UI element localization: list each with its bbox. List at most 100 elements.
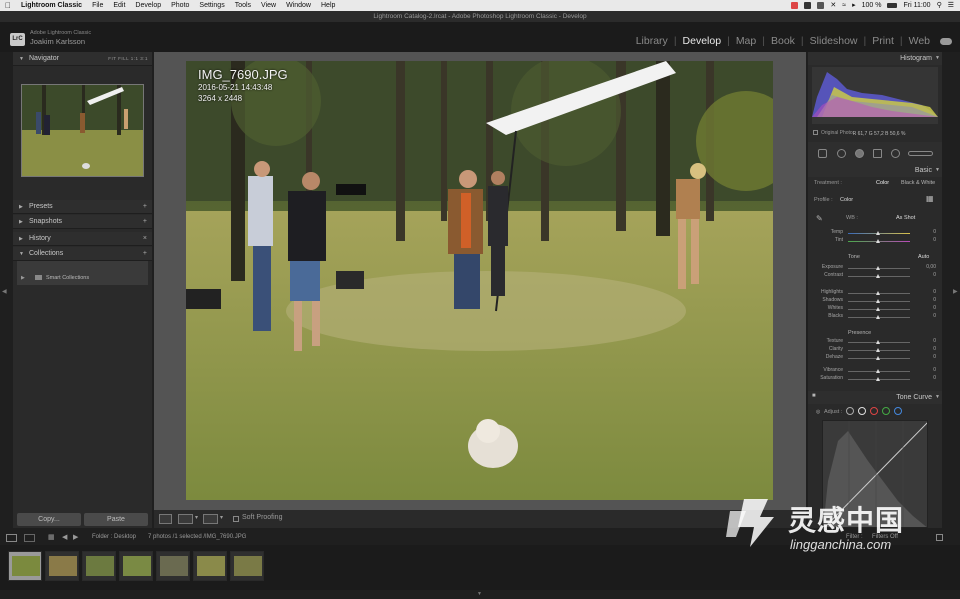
- original-photo-toggle[interactable]: Original Photo: [813, 130, 853, 136]
- soft-proofing-checkbox[interactable]: [233, 516, 239, 522]
- navigator-zoom-options[interactable]: FIT FILL 1:1 3:1: [108, 52, 148, 66]
- search-icon[interactable]: ⚲: [937, 0, 942, 11]
- menu-photo[interactable]: Photo: [166, 0, 194, 11]
- white-balance-picker-icon[interactable]: ✎: [816, 214, 823, 223]
- apple-icon[interactable]: : [0, 0, 16, 11]
- slider-value-exposure[interactable]: 0,00: [916, 264, 936, 270]
- crop-tool-icon[interactable]: [818, 149, 827, 158]
- swap-before-after-icon[interactable]: [203, 514, 218, 524]
- slider-knob-dehaze[interactable]: [876, 356, 880, 360]
- bluetooth-icon[interactable]: ✕: [830, 0, 836, 11]
- module-library[interactable]: Library: [636, 35, 668, 47]
- slider-knob-texture[interactable]: [876, 340, 880, 344]
- module-map[interactable]: Map: [736, 35, 756, 47]
- smart-collections-item[interactable]: Smart Collections: [35, 275, 89, 281]
- slider-value-saturation[interactable]: 0: [916, 375, 936, 381]
- slider-value-whites[interactable]: 0: [916, 305, 936, 311]
- add-preset-icon[interactable]: +: [143, 200, 147, 214]
- menu-develop[interactable]: Develop: [130, 0, 166, 11]
- module-web[interactable]: Web: [909, 35, 930, 47]
- profile-browser-icon[interactable]: ▦: [926, 194, 934, 203]
- snapshots-header[interactable]: ▶ Snapshots +: [13, 215, 152, 229]
- slider-knob-highlights[interactable]: [876, 291, 880, 295]
- menu-tools[interactable]: Tools: [230, 0, 256, 11]
- right-panel-toggle-icon[interactable]: ▶: [953, 288, 958, 295]
- source-label[interactable]: Folder : Desktop: [92, 534, 136, 540]
- copy-settings-button[interactable]: Copy...: [17, 513, 81, 526]
- slider-value-blacks[interactable]: 0: [916, 313, 936, 319]
- cloud-sync-icon[interactable]: [940, 37, 952, 45]
- filmstrip-thumbnail[interactable]: [156, 551, 190, 581]
- adjustment-brush-icon[interactable]: [908, 151, 933, 156]
- slider-value-clarity[interactable]: 0: [916, 346, 936, 352]
- add-collection-icon[interactable]: +: [143, 247, 147, 261]
- profile-dropdown[interactable]: Color: [840, 197, 853, 203]
- spot-removal-icon[interactable]: [837, 149, 846, 158]
- slider-knob-vibrance[interactable]: [876, 369, 880, 373]
- dropbox-icon[interactable]: [804, 2, 812, 9]
- loupe-view-icon[interactable]: [159, 514, 172, 524]
- slider-knob-saturation[interactable]: [876, 377, 880, 381]
- sync-icon[interactable]: [817, 2, 825, 9]
- treatment-bw-option[interactable]: Black & White: [901, 180, 935, 186]
- wb-dropdown[interactable]: As Shot: [896, 215, 915, 221]
- main-window-icon[interactable]: [6, 534, 17, 542]
- filmstrip-thumbnail[interactable]: [45, 551, 79, 581]
- menu-edit[interactable]: Edit: [108, 0, 130, 11]
- basic-header[interactable]: Basic ▼: [808, 164, 942, 177]
- blue-channel-icon[interactable]: [894, 407, 902, 415]
- navigator-header[interactable]: ▼ Navigator FIT FILL 1:1 3:1: [13, 52, 152, 66]
- slider-knob-blacks[interactable]: [876, 315, 880, 319]
- control-center-icon[interactable]: ☰: [948, 0, 954, 11]
- slider-knob-shadows[interactable]: [876, 299, 880, 303]
- wifi-icon[interactable]: ≈: [842, 0, 846, 11]
- parametric-curve-icon[interactable]: [846, 407, 854, 415]
- slider-value-highlights[interactable]: 0: [916, 289, 936, 295]
- before-after-icon[interactable]: [178, 514, 193, 524]
- module-slideshow[interactable]: Slideshow: [810, 35, 858, 47]
- histogram-graph[interactable]: R 61,7 G 57,2 B 50,6 %: [812, 67, 938, 137]
- red-eye-icon[interactable]: [855, 149, 864, 158]
- slider-knob-contrast[interactable]: [876, 274, 880, 278]
- filmstrip-thumbnail[interactable]: [119, 551, 153, 581]
- clear-history-icon[interactable]: ×: [143, 232, 147, 246]
- secondary-window-icon[interactable]: [24, 534, 35, 542]
- navigator-preview[interactable]: [21, 84, 144, 177]
- original-photo-checkbox[interactable]: [813, 130, 818, 136]
- battery-percent[interactable]: 100 %: [862, 0, 882, 11]
- slider-knob-tint[interactable]: [876, 239, 880, 243]
- menu-help[interactable]: Help: [316, 0, 340, 11]
- tone-curve-power-icon[interactable]: ■: [812, 393, 816, 399]
- treatment-color-option[interactable]: Color: [876, 180, 889, 186]
- menu-view[interactable]: View: [256, 0, 281, 11]
- module-print[interactable]: Print: [872, 35, 894, 47]
- filmstrip-thumbnail[interactable]: [230, 551, 264, 581]
- auto-tone-button[interactable]: Auto: [918, 254, 929, 260]
- history-header[interactable]: ▶ History ×: [13, 232, 152, 246]
- add-snapshot-icon[interactable]: +: [143, 215, 147, 229]
- dropdown-chevron-icon[interactable]: ▾: [195, 514, 198, 521]
- graduated-filter-icon[interactable]: [873, 149, 882, 158]
- dropdown-chevron-icon[interactable]: ▾: [220, 514, 223, 521]
- filmstrip-thumbnail[interactable]: [82, 551, 116, 581]
- filmstrip-thumbnail[interactable]: [8, 551, 42, 581]
- radial-filter-icon[interactable]: [891, 149, 900, 158]
- slider-value-tint[interactable]: 0: [916, 237, 936, 243]
- collections-header[interactable]: ▼ Collections +: [13, 247, 152, 261]
- bottom-panel-toggle-icon[interactable]: ▼: [477, 591, 482, 597]
- left-panel-toggle-icon[interactable]: ◀: [2, 288, 7, 295]
- clock[interactable]: Fri 11:00: [903, 0, 930, 11]
- back-arrow-icon[interactable]: ◀: [62, 533, 67, 541]
- expand-triangle-icon[interactable]: ▶: [21, 275, 25, 281]
- red-channel-icon[interactable]: [870, 407, 878, 415]
- menu-file[interactable]: File: [87, 0, 108, 11]
- slider-knob-temp[interactable]: [876, 231, 880, 235]
- slider-knob-exposure[interactable]: [876, 266, 880, 270]
- slider-value-shadows[interactable]: 0: [916, 297, 936, 303]
- main-photo[interactable]: IMG_7690.JPG 2016-05-21 14:43:48 3264 x …: [186, 61, 773, 500]
- menu-window[interactable]: Window: [281, 0, 316, 11]
- histogram-header[interactable]: Histogram ▼: [808, 52, 942, 65]
- slider-value-vibrance[interactable]: 0: [916, 367, 936, 373]
- paste-settings-button[interactable]: Paste: [84, 513, 148, 526]
- status-app-icon[interactable]: [791, 2, 799, 9]
